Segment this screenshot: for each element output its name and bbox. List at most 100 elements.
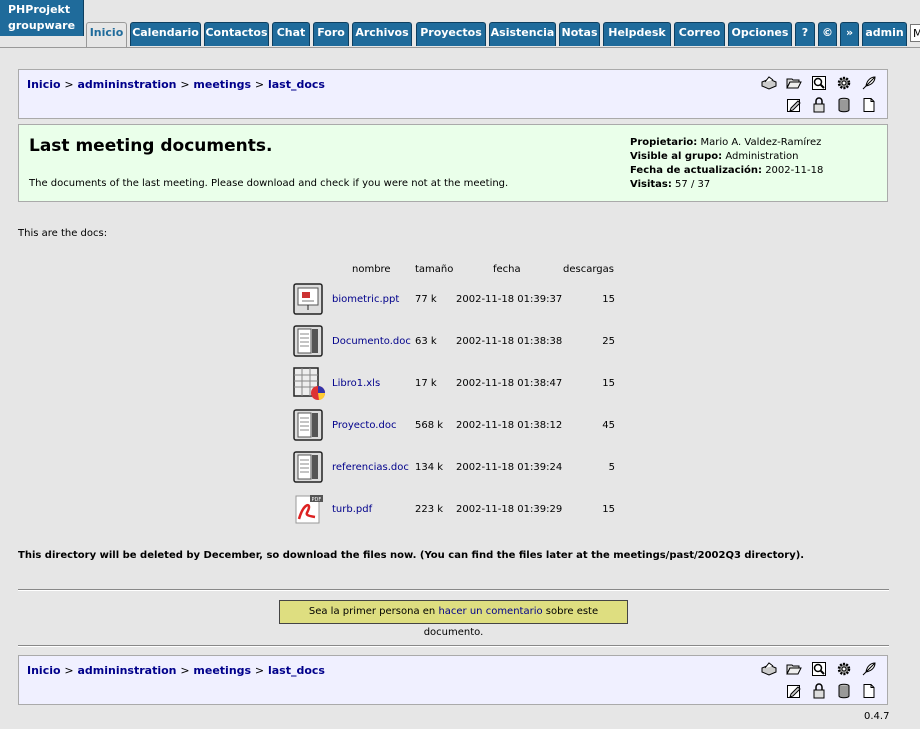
tab-admin[interactable]: admin [862,22,907,46]
breadcrumb-separator: > [64,664,74,677]
file-size: 17 k [415,378,437,389]
document-info-panel: Last meeting documents. The documents of… [18,124,888,202]
breadcrumb-meetings[interactable]: meetings [193,78,251,91]
breadcrumb-administration[interactable]: admininstration [77,78,176,91]
edit-icon[interactable] [786,97,802,113]
new-document-icon[interactable] [861,683,877,699]
lock-icon[interactable] [811,683,827,699]
tab-calendario[interactable]: Calendario [130,22,201,46]
presentation-file-icon[interactable] [293,283,323,315]
tab-more[interactable]: » [840,22,859,46]
breadcrumb-administration[interactable]: admininstration [77,664,176,677]
search-icon[interactable] [811,661,827,677]
toolbar [761,75,881,115]
breadcrumb-inicio[interactable]: Inicio [27,78,61,91]
tab-foro[interactable]: Foro [313,22,349,46]
file-date: 2002-11-18 01:38:38 [456,336,563,347]
updated-label: Fecha de actualización: [630,165,762,176]
tab-proyectos[interactable]: Proyectos [416,22,486,46]
file-downloads: 5 [608,462,615,473]
pdf-file-icon[interactable]: PDF [293,493,323,525]
print-icon[interactable] [761,75,777,91]
file-row: referencias.doc 134 k 2002-11-18 01:39:2… [290,450,630,486]
group-label: Visible al grupo: [630,151,723,162]
feather-icon[interactable] [861,75,877,91]
spreadsheet-file-icon[interactable] [293,367,326,400]
tab-inicio[interactable]: Inicio [86,22,127,48]
tab-notas[interactable]: Notas [559,22,600,46]
folder-open-icon[interactable] [786,75,802,91]
updated-value: 2002-11-18 [765,165,824,176]
tab-correo[interactable]: Correo [674,22,725,46]
column-header-name: nombre [352,264,391,275]
nav-input[interactable]: M [910,24,920,42]
breadcrumb-last-docs[interactable]: last_docs [268,664,325,677]
breadcrumb-separator: > [180,664,190,677]
file-row: PDF turb.pdf 223 k 2002-11-18 01:39:29 1… [290,492,630,528]
trash-icon[interactable] [836,683,852,699]
breadcrumb-separator: > [180,78,190,91]
file-link[interactable]: Libro1.xls [332,378,380,389]
tab-helpdesk[interactable]: Helpdesk [603,22,671,46]
toolbar [761,661,881,701]
breadcrumb-meetings[interactable]: meetings [193,664,251,677]
settings-icon[interactable] [836,661,852,677]
version-label: 0.4.7 [864,711,890,722]
file-size: 223 k [415,504,444,515]
tab-chat[interactable]: Chat [272,22,310,46]
divider [18,645,889,647]
document-description: The documents of the last meeting. Pleas… [29,178,509,189]
word-document-icon[interactable] [293,325,323,357]
column-header-downloads: descargas [563,264,614,275]
tab-contactos[interactable]: Contactos [204,22,269,46]
file-link[interactable]: Proyecto.doc [332,420,396,431]
file-row: biometric.ppt 77 k 2002-11-18 01:39:37 1… [290,282,630,318]
add-comment-link[interactable]: hacer un comentario [438,606,542,617]
lock-icon[interactable] [811,97,827,113]
file-size: 568 k [415,420,444,431]
tab-archivos[interactable]: Archivos [352,22,412,46]
tab-opciones[interactable]: Opciones [728,22,792,46]
comment-prefix: Sea la primer persona en [308,606,436,617]
file-link[interactable]: biometric.ppt [332,294,399,305]
word-document-icon[interactable] [293,409,323,441]
search-icon[interactable] [811,75,827,91]
print-icon[interactable] [761,661,777,677]
tab-copyright[interactable]: © [818,22,837,46]
edit-icon[interactable] [786,683,802,699]
breadcrumb-last-docs[interactable]: last_docs [268,78,325,91]
file-row: Libro1.xls 17 k 2002-11-18 01:38:47 15 [290,366,630,402]
column-header-size: tamaño [415,264,454,275]
tab-help[interactable]: ? [795,22,815,46]
file-date: 2002-11-18 01:38:47 [456,378,563,389]
file-downloads: 15 [602,378,615,389]
breadcrumb-separator: > [64,78,74,91]
owner-label: Propietario: [630,137,698,148]
file-size: 134 k [415,462,444,473]
feather-icon[interactable] [861,661,877,677]
new-document-icon[interactable] [861,97,877,113]
breadcrumb-inicio[interactable]: Inicio [27,664,61,677]
breadcrumb: Inicio > admininstration > meetings > la… [27,664,325,677]
file-link[interactable]: turb.pdf [332,504,372,515]
visits-value: 57 / 37 [675,179,711,190]
trash-icon[interactable] [836,97,852,113]
logo-line2: groupware [8,19,76,32]
divider [18,589,889,591]
file-downloads: 15 [602,504,615,515]
visits-label: Visitas: [630,179,672,190]
file-link[interactable]: Documento.doc [332,336,411,347]
folder-open-icon[interactable] [786,661,802,677]
breadcrumb: Inicio > admininstration > meetings > la… [27,78,325,91]
tab-asistencia[interactable]: Asistencia [489,22,556,46]
breadcrumb-panel-top: Inicio > admininstration > meetings > la… [18,69,888,119]
settings-icon[interactable] [836,75,852,91]
breadcrumb-separator: > [254,78,265,91]
app-logo[interactable]: PHProjekt groupware [0,0,84,36]
file-downloads: 45 [602,420,615,431]
file-date: 2002-11-18 01:39:24 [456,462,563,473]
file-link[interactable]: referencias.doc [332,462,409,473]
document-title: Last meeting documents. [29,136,273,156]
file-downloads: 25 [602,336,615,347]
word-document-icon[interactable] [293,451,323,483]
